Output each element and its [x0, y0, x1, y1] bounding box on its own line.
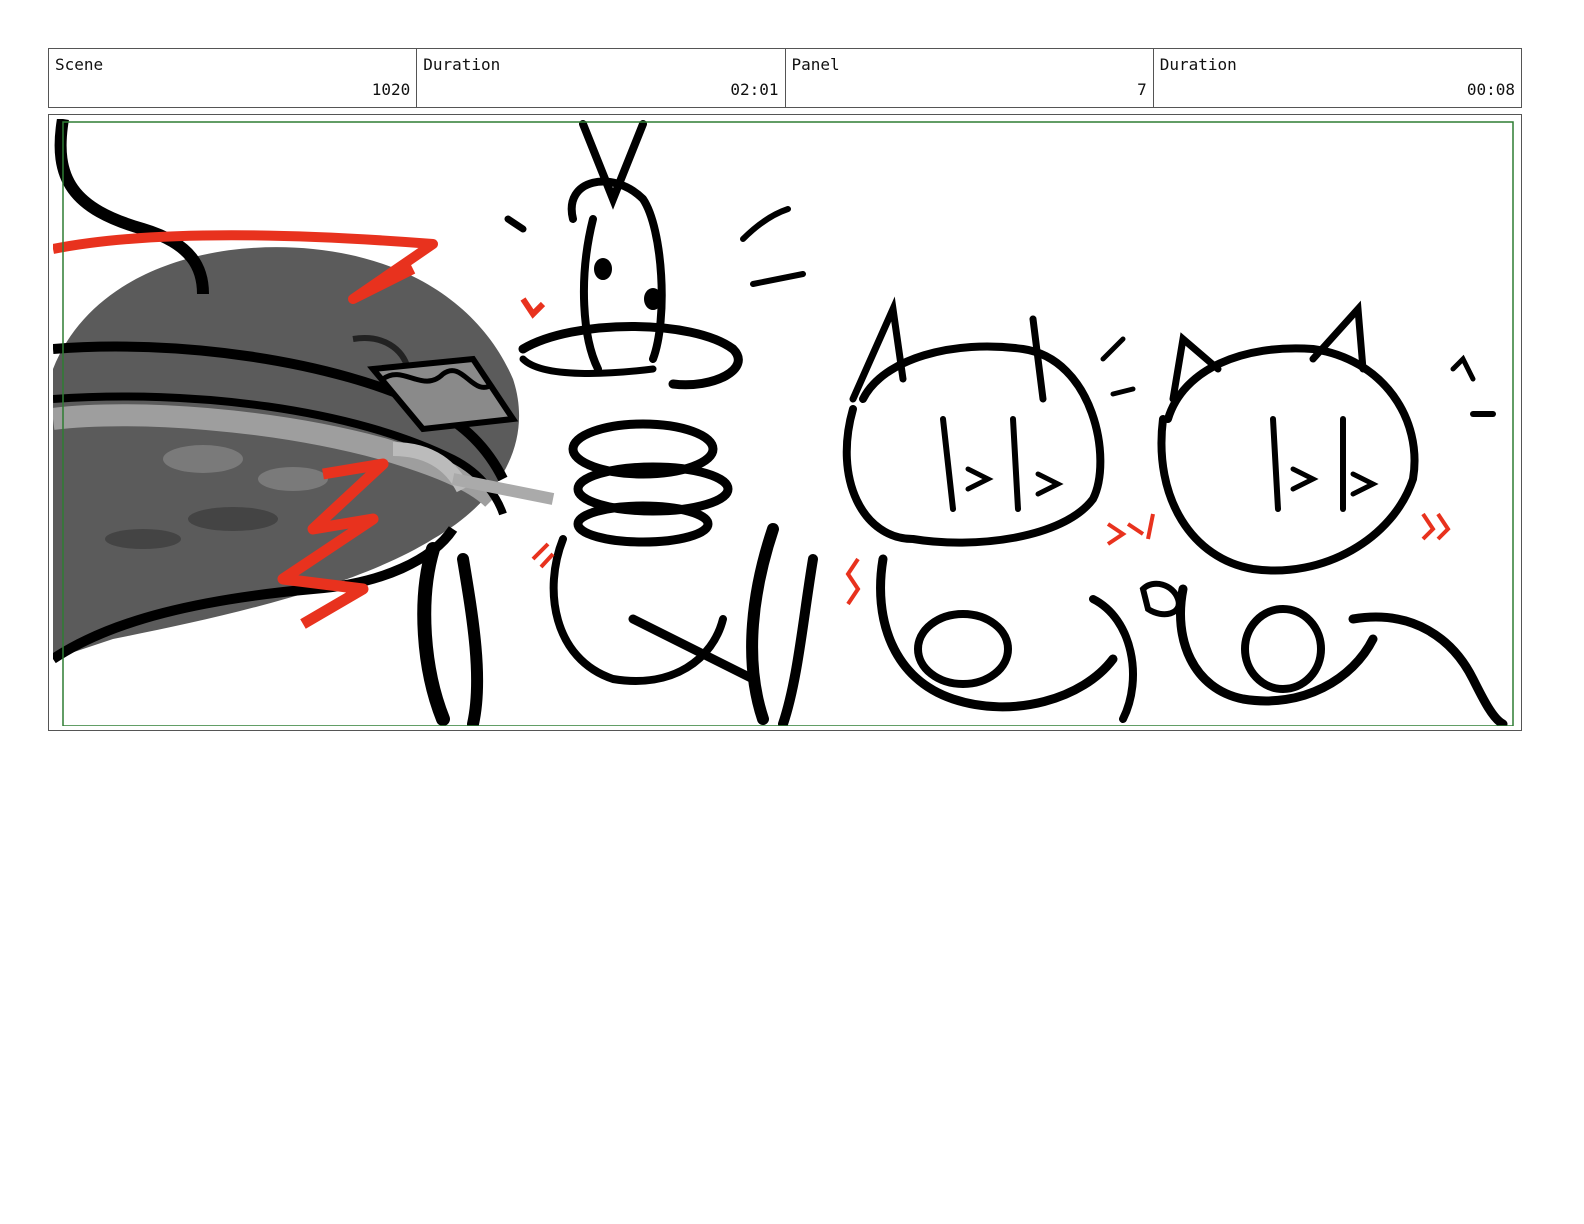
cat-girl-left-sketch	[842, 296, 1137, 723]
storyboard-panel	[48, 114, 1522, 731]
panel-label: Panel	[791, 55, 840, 74]
panel-duration-value: 00:08	[1466, 80, 1515, 99]
panel-duration-cell: Duration 00:08	[1154, 49, 1521, 107]
panel-cell: Panel 7	[786, 49, 1154, 107]
panel-sketch	[53, 119, 1514, 726]
scene-duration-value: 02:01	[730, 80, 779, 99]
scene-duration-label: Duration	[423, 55, 501, 74]
scene-label: Scene	[55, 55, 104, 74]
creature-sketch	[53, 119, 555, 664]
panel-value: 7	[1137, 80, 1147, 99]
panel-duration-label: Duration	[1159, 55, 1237, 74]
cat-girl-right-sketch	[1139, 300, 1508, 726]
scene-cell: Scene 1020	[49, 49, 418, 107]
scene-duration-cell: Duration 02:01	[417, 49, 786, 107]
storyboard-header: Scene 1020 Duration 02:01 Panel 7 Durati…	[48, 48, 1522, 108]
scene-value: 1020	[371, 80, 411, 99]
